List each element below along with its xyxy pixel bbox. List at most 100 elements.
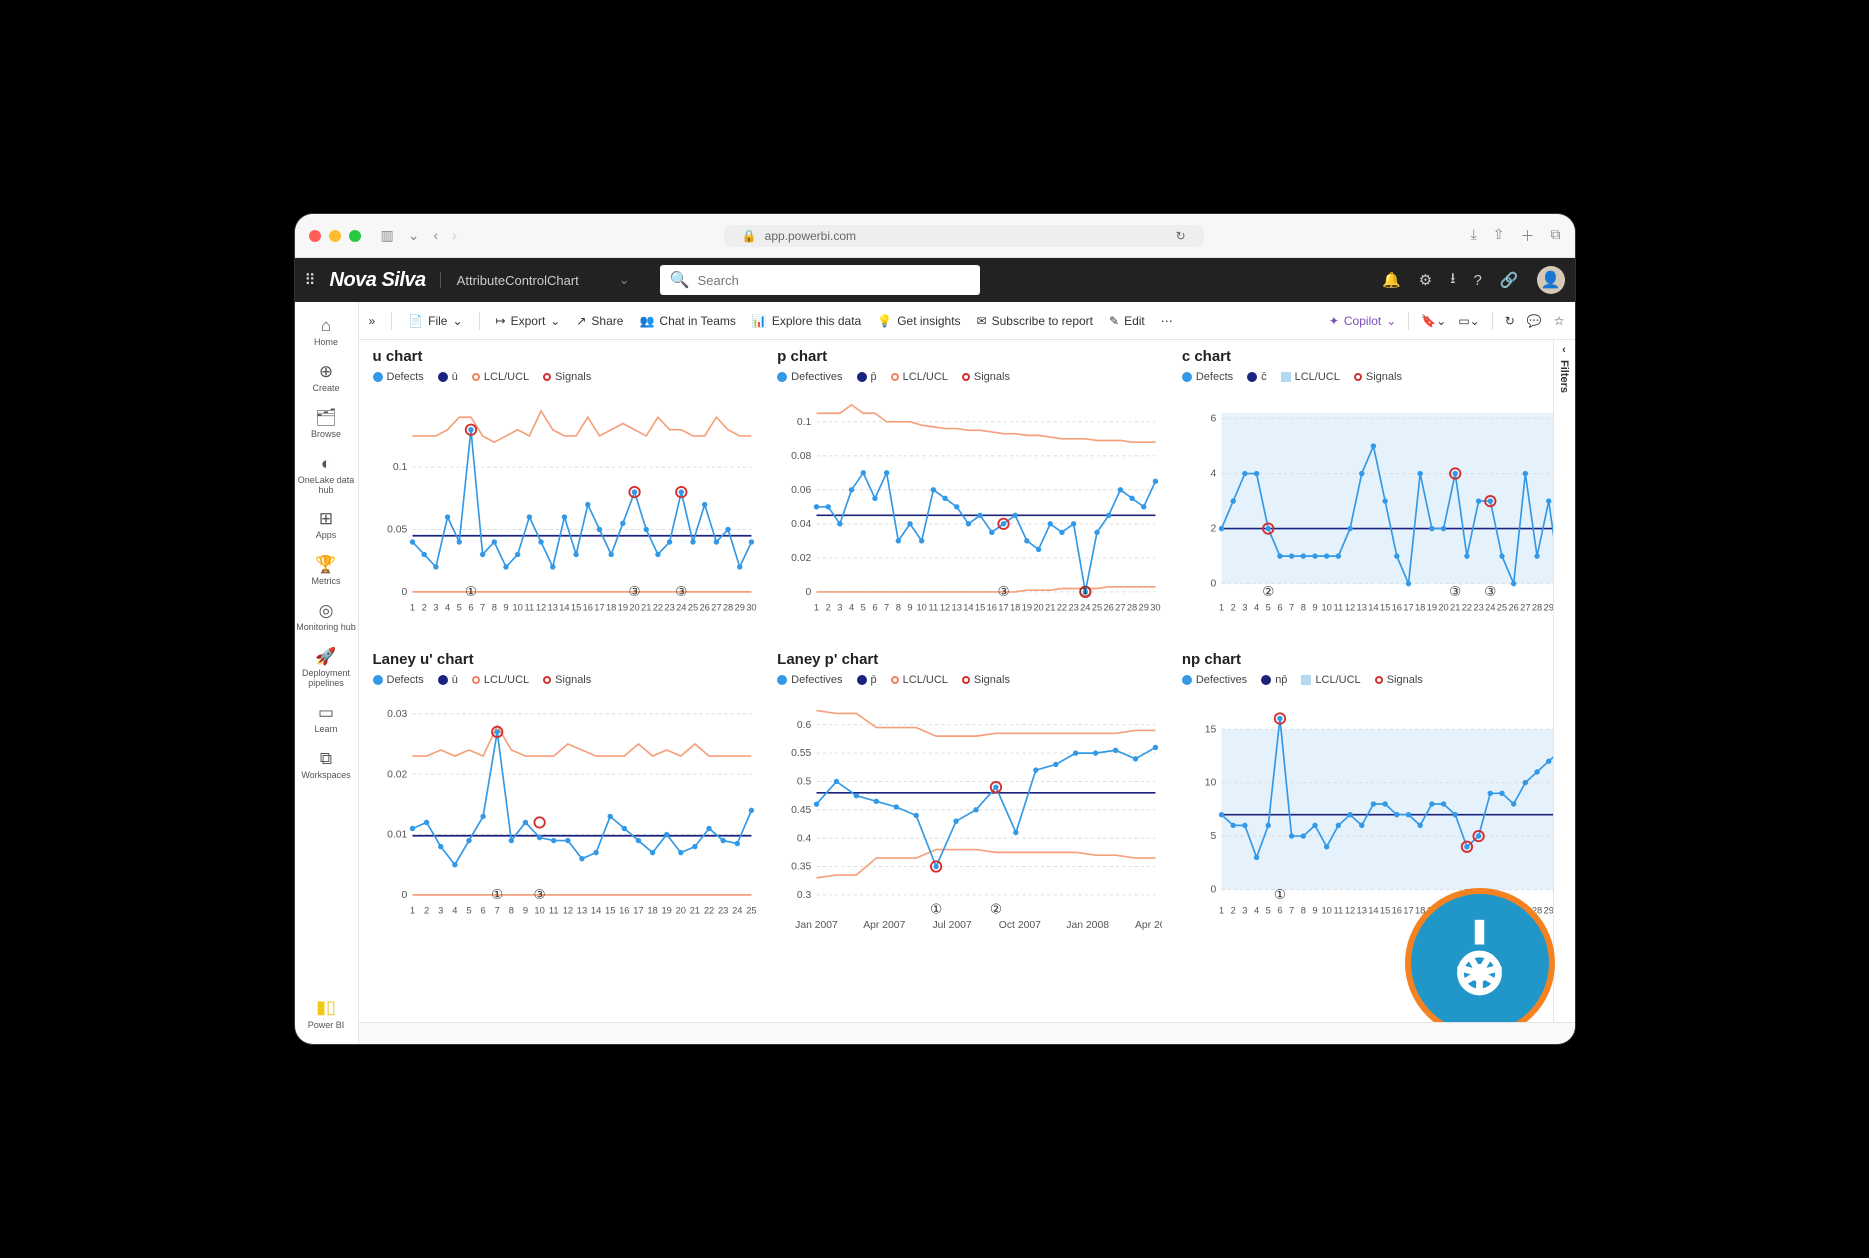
svg-text:16: 16 [1391, 906, 1401, 916]
view-icon[interactable]: ▭⌄ [1458, 314, 1479, 328]
search-icon: 🔍 [670, 270, 690, 290]
svg-text:22: 22 [1462, 603, 1472, 613]
chart-c[interactable]: c chartDefectsc̄LCL/UCLSignals0246123456… [1182, 348, 1567, 645]
nav-learn[interactable]: ▭Learn [295, 697, 358, 741]
notifications-icon[interactable]: 🔔 [1382, 271, 1401, 289]
svg-text:4: 4 [1254, 906, 1259, 916]
svg-text:0: 0 [1210, 885, 1216, 896]
svg-text:20: 20 [629, 603, 639, 613]
settings-icon[interactable]: ⚙ [1419, 271, 1432, 289]
svg-text:3: 3 [837, 603, 842, 613]
chart-svg: 0246123456789101112131415161718192021222… [1182, 387, 1567, 645]
traffic-lights [309, 230, 361, 242]
app-launcher-icon[interactable]: ⠿ [305, 271, 316, 289]
favorite-icon[interactable]: ☆ [1554, 314, 1565, 328]
nav-monitoring-hub[interactable]: ◎Monitoring hub [295, 595, 358, 639]
svg-text:25: 25 [687, 603, 697, 613]
bookmark-icon[interactable]: 🔖⌄ [1421, 314, 1446, 328]
svg-text:20: 20 [1034, 603, 1044, 613]
breadcrumb[interactable]: AttributeControlChart⌄ [440, 272, 646, 288]
chat-teams-button[interactable]: 👥 Chat in Teams [639, 314, 735, 328]
svg-text:11: 11 [524, 603, 534, 613]
nav-deployment-pipelines[interactable]: 🚀Deployment pipelines [295, 641, 358, 695]
nav-onelake-data-hub[interactable]: ◐OneLake data hub [295, 448, 358, 502]
svg-text:15: 15 [570, 603, 580, 613]
address-bar[interactable]: 🔒 app.powerbi.com ↻ [724, 225, 1204, 247]
nav-icon: 🏆 [315, 555, 336, 575]
zoom-window-icon[interactable] [349, 230, 361, 242]
avatar[interactable]: 👤 [1537, 266, 1565, 294]
svg-text:③: ③ [628, 584, 640, 599]
svg-text:6: 6 [1277, 906, 1282, 916]
edit-button[interactable]: ✎ Edit [1109, 314, 1145, 328]
chevron-down-icon[interactable]: ⌄ [408, 227, 420, 244]
reload-icon[interactable]: ↻ [1176, 229, 1186, 243]
share-button[interactable]: ↗ Share [576, 314, 623, 328]
svg-text:17: 17 [594, 603, 604, 613]
download-icon[interactable]: ⤓ [1471, 226, 1477, 246]
svg-text:17: 17 [1403, 906, 1413, 916]
svg-text:4: 4 [849, 603, 854, 613]
chart-lp[interactable]: Laney p' chartDefectivesp̄LCL/UCLSignals… [777, 651, 1162, 948]
chart-p[interactable]: p chartDefectivesp̄LCL/UCLSignals00.020.… [777, 348, 1162, 645]
nav-create[interactable]: ⊕Create [295, 356, 358, 400]
newtab-icon[interactable]: ＋ [1521, 226, 1535, 246]
forward-icon[interactable]: › [452, 227, 457, 244]
svg-text:2: 2 [826, 603, 831, 613]
svg-text:9: 9 [1312, 906, 1317, 916]
browser-chrome: ▥ ⌄ ‹ › 🔒 app.powerbi.com ↻ ⤓ ⇧ ＋ ⧉ [295, 214, 1575, 258]
link-icon[interactable]: 🔗 [1500, 271, 1519, 289]
lock-icon: 🔒 [742, 229, 757, 243]
export-menu[interactable]: ↦ Export ⌄ [496, 314, 561, 328]
gear-exclaim-icon [1432, 916, 1527, 1011]
svg-text:0: 0 [1210, 579, 1216, 590]
close-window-icon[interactable] [309, 230, 321, 242]
nav-workspaces[interactable]: ⧉Workspaces [295, 743, 358, 787]
share-chrome-icon[interactable]: ⇧ [1493, 226, 1505, 246]
svg-text:17: 17 [998, 603, 1008, 613]
copilot-button[interactable]: ✦ Copilot ⌄ [1329, 314, 1396, 328]
help-icon[interactable]: ? [1473, 272, 1481, 289]
svg-text:0.55: 0.55 [791, 748, 811, 759]
svg-text:16: 16 [582, 603, 592, 613]
svg-text:27: 27 [1115, 603, 1125, 613]
expand-pane-icon[interactable]: » [369, 314, 376, 328]
svg-text:③: ③ [533, 887, 545, 902]
subscribe-button[interactable]: ✉ Subscribe to report [977, 314, 1093, 328]
tabs-icon[interactable]: ⧉ [1551, 226, 1561, 246]
svg-text:0.4: 0.4 [797, 833, 812, 844]
svg-text:15: 15 [1380, 603, 1390, 613]
comment-icon[interactable]: 💬 [1527, 314, 1542, 328]
search-input[interactable] [698, 273, 970, 288]
more-icon[interactable]: ⋯ [1161, 314, 1173, 328]
svg-text:10: 10 [1205, 778, 1217, 789]
sidebar-toggle-icon[interactable]: ▥ [381, 227, 394, 244]
back-icon[interactable]: ‹ [433, 227, 438, 244]
svg-text:3: 3 [433, 603, 438, 613]
filters-pane-collapsed[interactable]: ‹ Filters [1553, 340, 1575, 1022]
chart-u[interactable]: u chartDefectsūLCL/UCLSignals00.050.1123… [373, 348, 758, 645]
refresh-icon[interactable]: ↻ [1505, 314, 1515, 328]
powerbi-logo: ▮▯Power BI [295, 991, 358, 1036]
svg-text:③: ③ [675, 584, 687, 599]
file-menu[interactable]: 📄 File ⌄ [408, 314, 462, 328]
nav-icon: ⌂ [321, 316, 331, 336]
minimize-window-icon[interactable] [329, 230, 341, 242]
svg-text:5: 5 [456, 603, 461, 613]
nav-metrics[interactable]: 🏆Metrics [295, 549, 358, 593]
nav-apps[interactable]: ⊞Apps [295, 503, 358, 547]
chart-lu[interactable]: Laney u' chartDefectsūLCL/UCLSignals00.0… [373, 651, 758, 948]
download-app-icon[interactable]: ⭳ [1450, 268, 1455, 293]
nav-browse[interactable]: 🗂Browse [295, 402, 358, 446]
svg-text:0.1: 0.1 [392, 462, 407, 473]
svg-text:8: 8 [896, 603, 901, 613]
svg-text:10: 10 [1321, 906, 1331, 916]
svg-text:7: 7 [494, 906, 499, 916]
explore-data-button[interactable]: 📊 Explore this data [752, 314, 861, 328]
get-insights-button[interactable]: 💡 Get insights [877, 314, 960, 328]
report-canvas: u chartDefectsūLCL/UCLSignals00.050.1123… [359, 340, 1575, 1022]
nav-home[interactable]: ⌂Home [295, 310, 358, 354]
svg-text:0.04: 0.04 [791, 519, 811, 530]
svg-text:①: ① [464, 584, 476, 599]
search-box[interactable]: 🔍 [660, 265, 980, 295]
